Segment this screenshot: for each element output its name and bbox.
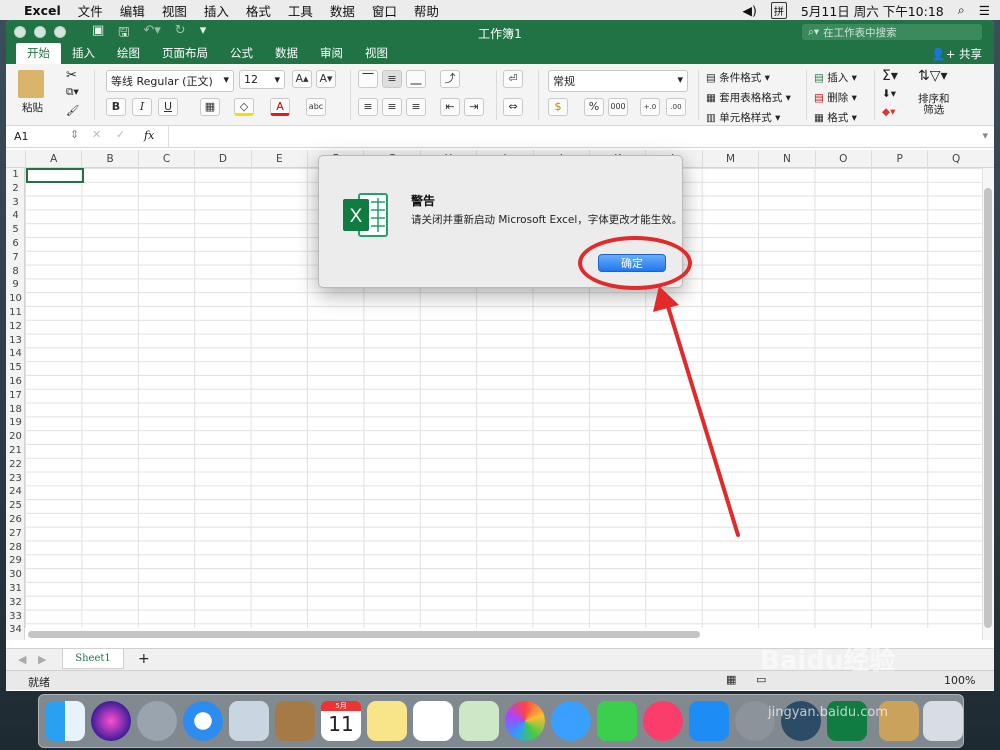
launchpad-icon[interactable] [137, 701, 177, 741]
contacts-icon[interactable] [275, 701, 315, 741]
siri-icon[interactable] [91, 701, 131, 741]
reminders-icon[interactable] [413, 701, 453, 741]
app-store-icon[interactable] [689, 701, 729, 741]
safari-icon[interactable] [183, 701, 223, 741]
calendar-icon[interactable]: 5月 11 [321, 701, 361, 741]
finder-icon[interactable] [45, 701, 85, 741]
annotation-arrow [653, 286, 740, 537]
watermark-logo: Baidu经验 [760, 646, 896, 676]
calendar-month: 5月 [321, 701, 361, 711]
calendar-day: 11 [328, 712, 354, 736]
maps-icon[interactable] [459, 701, 499, 741]
facetime-icon[interactable] [597, 701, 637, 741]
music-icon[interactable] [643, 701, 683, 741]
messages-icon[interactable] [551, 701, 591, 741]
mac-dock: 5月 11 [38, 694, 964, 748]
notes-icon[interactable] [367, 701, 407, 741]
watermark-url: jingyan.baidu.com [768, 705, 888, 720]
photos-icon[interactable] [505, 701, 545, 741]
trash-icon[interactable] [923, 701, 963, 741]
mail-icon[interactable] [229, 701, 269, 741]
